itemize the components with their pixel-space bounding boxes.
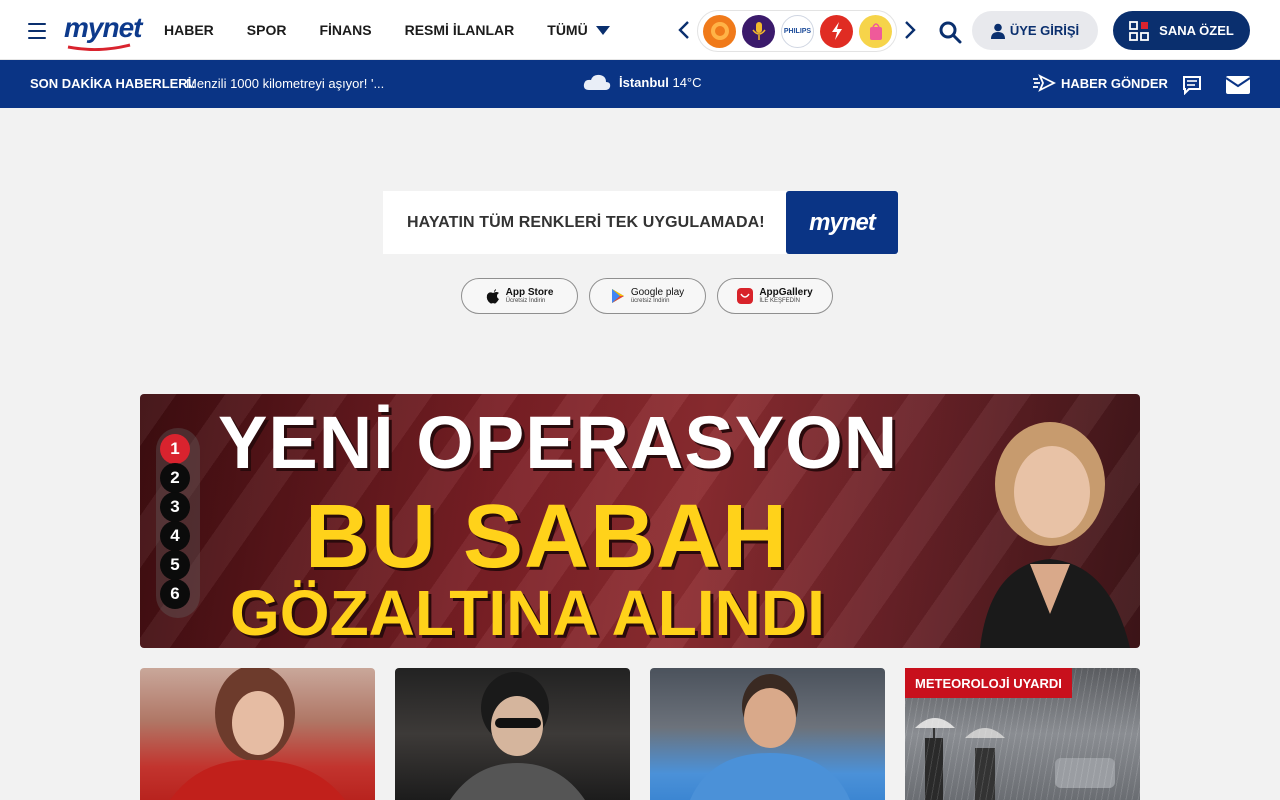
- slider-page-5[interactable]: 5: [160, 550, 190, 580]
- huawei-icon: [737, 288, 754, 304]
- news-card-1[interactable]: [140, 668, 375, 800]
- slide-headline-line-1: YENİ OPERASYON: [218, 401, 899, 484]
- news-card-3[interactable]: [650, 668, 885, 800]
- app-gallery-sub: İLE KEŞFEDİN: [759, 298, 800, 304]
- slider-page-3[interactable]: 3: [160, 492, 190, 522]
- app-gallery-button[interactable]: AppGallery İLE KEŞFEDİN: [717, 278, 833, 314]
- slide-headline-line-3: GÖZALTINA ALINDI: [230, 577, 825, 648]
- search-icon[interactable]: [938, 20, 962, 44]
- google-play-sub: ücretsiz İndirin: [630, 298, 670, 304]
- send-news-label: HABER GÖNDER: [1061, 75, 1168, 91]
- google-play-button[interactable]: Google play ücretsiz İndirin: [589, 278, 706, 314]
- slider-page-4[interactable]: 4: [160, 521, 190, 551]
- app-store-sub: Ücretsiz İndirin: [505, 298, 546, 304]
- logo-swoosh-icon: [67, 43, 131, 51]
- app-gallery-label: AppGallery: [759, 287, 813, 298]
- login-label: ÜYE GİRİŞİ: [1009, 23, 1080, 38]
- weather-temp: 14°C: [672, 74, 702, 90]
- menu-icon[interactable]: [28, 23, 46, 39]
- news-card-1-image: [170, 668, 345, 800]
- login-button[interactable]: ÜYE GİRİŞİ: [972, 11, 1098, 50]
- app-store-label: App Store: [505, 287, 554, 298]
- promo-text: HAYATIN TÜM RENKLERİ TEK UYGULAMADA!: [407, 214, 765, 231]
- brand-carousel: PHILIPS: [697, 10, 897, 52]
- headline-slider[interactable]: YENİ OPERASYON BU SABAH GÖZALTINA ALINDI: [140, 394, 1140, 648]
- main-nav: HABER SPOR FİNANS RESMİ İLANLAR TÜMÜ: [164, 0, 610, 60]
- grid-icon: [1129, 20, 1150, 41]
- slider-page-1[interactable]: 1: [160, 434, 190, 464]
- philips-label: PHILIPS: [783, 27, 812, 35]
- news-card-4-tag: METEOROLOJİ UYARDI: [905, 668, 1072, 698]
- send-news-button[interactable]: HABER GÖNDER: [1032, 74, 1168, 92]
- philips-logo[interactable]: PHILIPS: [781, 14, 814, 48]
- chevron-right-icon[interactable]: [903, 20, 917, 40]
- logo-text: mynet: [64, 12, 142, 43]
- comment-icon[interactable]: [1182, 75, 1202, 95]
- top-header: mynet HABER SPOR FİNANS RESMİ İLANLAR TÜ…: [0, 0, 1280, 60]
- slide-photo: [980, 422, 1130, 648]
- breaking-label: SON DAKİKA HABERLERİ:: [30, 76, 196, 91]
- promo-logo: mynet: [786, 191, 898, 254]
- lion-icon[interactable]: [703, 14, 736, 48]
- news-card-2-image: [450, 672, 585, 800]
- news-card-2[interactable]: [395, 668, 630, 800]
- news-card-3-image: [690, 674, 850, 800]
- user-icon: [990, 23, 1005, 39]
- nav-all-label: TÜMÜ: [547, 22, 588, 38]
- slide-headline-line-2: BU SABAH: [305, 487, 789, 587]
- for-you-button[interactable]: SANA ÖZEL: [1113, 11, 1250, 50]
- for-you-label: SANA ÖZEL: [1159, 23, 1234, 38]
- nav-haber[interactable]: HABER: [164, 22, 214, 38]
- nav-spor[interactable]: SPOR: [247, 22, 287, 38]
- mynet-logo[interactable]: mynet: [64, 12, 142, 51]
- chevron-down-icon: [595, 25, 610, 35]
- app-store-button[interactable]: App Store Ücretsiz İndirin: [461, 278, 578, 314]
- weather-city: İstanbul: [619, 74, 669, 90]
- slider-page-2[interactable]: 2: [160, 463, 190, 493]
- lightning-icon[interactable]: [820, 14, 853, 48]
- cloud-icon: [583, 74, 611, 90]
- nav-finans[interactable]: FİNANS: [319, 22, 371, 38]
- nav-all-dropdown[interactable]: TÜMÜ: [547, 22, 610, 38]
- shopping-bag-icon[interactable]: [859, 14, 892, 48]
- app-promo-banner[interactable]: HAYATIN TÜM RENKLERİ TEK UYGULAMADA! myn…: [383, 191, 898, 254]
- send-icon: [1033, 74, 1056, 92]
- breaking-headline-link[interactable]: Menzili 1000 kilometreyi aşıyor! '...: [186, 76, 384, 91]
- chevron-left-icon[interactable]: [677, 20, 691, 40]
- microphone-icon[interactable]: [742, 14, 775, 48]
- apple-icon: [486, 289, 499, 304]
- google-play-label: Google play: [630, 287, 685, 298]
- nav-resmi-ilanlar[interactable]: RESMİ İLANLAR: [405, 22, 515, 38]
- breaking-news-bar: SON DAKİKA HABERLERİ: Menzili 1000 kilom…: [0, 60, 1280, 108]
- slider-page-6[interactable]: 6: [160, 579, 190, 609]
- google-play-icon: [611, 289, 624, 303]
- mail-icon[interactable]: [1226, 76, 1250, 94]
- weather-widget[interactable]: İstanbul 14°C: [583, 73, 702, 91]
